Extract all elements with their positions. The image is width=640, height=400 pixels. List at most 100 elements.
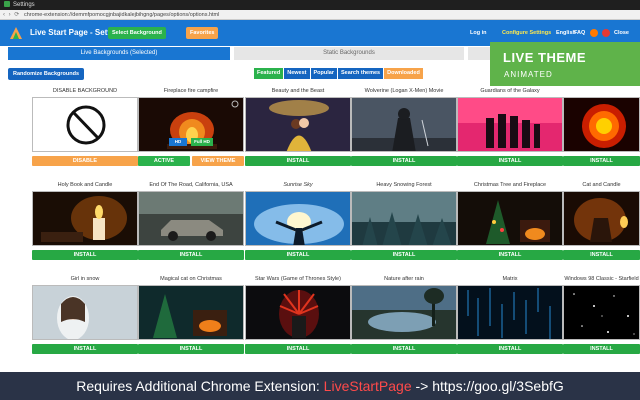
- theme-card-matrix: Matrix INSTALL: [457, 274, 563, 354]
- card-title: Fireplace fire campfire: [163, 88, 219, 94]
- card-title: Wolverine (Logan X-Men) Movie: [364, 88, 444, 94]
- filter-search-themes[interactable]: Search themes: [337, 68, 384, 79]
- card-thumbnail[interactable]: [138, 191, 244, 246]
- card-thumbnail[interactable]: [32, 97, 138, 152]
- app-logo-icon: [10, 27, 22, 39]
- browser-nav-icons[interactable]: ‹ › ⟳: [3, 10, 20, 20]
- theme-card-wolverine: Wolverine (Logan X-Men) Movie INSTALL: [351, 86, 457, 166]
- install-button[interactable]: INSTALL: [138, 250, 244, 260]
- matrix-image: [458, 286, 562, 339]
- install-button[interactable]: INSTALL: [457, 156, 563, 166]
- filter-popular[interactable]: Popular: [310, 68, 337, 79]
- install-button[interactable]: INSTALL: [457, 250, 563, 260]
- address-url[interactable]: chrome-extension://demmfpomocgjnbajidkal…: [24, 12, 219, 18]
- disable-button[interactable]: DISABLE: [32, 156, 138, 166]
- card-title: Sunrise Sky: [283, 182, 313, 188]
- card-thumbnail[interactable]: HD Full HD: [138, 97, 244, 152]
- starfield-image: [564, 286, 639, 339]
- theme-card-car: End Of The Road, California, USA INSTALL: [138, 180, 244, 260]
- card-title: Beauty and the Beast: [271, 88, 325, 94]
- install-button[interactable]: INSTALL: [563, 156, 640, 166]
- hd-button[interactable]: HD: [169, 138, 187, 146]
- firefox-icon[interactable]: [590, 29, 598, 37]
- ribbon-title: LIVE THEME: [503, 50, 587, 65]
- card-thumbnail[interactable]: [563, 191, 640, 246]
- randomize-backgrounds-button[interactable]: Randomize Backgrounds: [8, 68, 85, 80]
- card-thumbnail[interactable]: [245, 285, 351, 340]
- install-button[interactable]: INSTALL: [351, 156, 457, 166]
- theme-card-girl-snow: Girl in snow INSTALL: [32, 274, 138, 354]
- install-button[interactable]: INSTALL: [457, 344, 563, 354]
- wolverine-image: [352, 98, 456, 151]
- tab-live-backgrounds[interactable]: Live Backgrounds (Selected): [8, 47, 230, 60]
- install-button[interactable]: INSTALL: [245, 250, 351, 260]
- card-thumbnail[interactable]: [245, 191, 351, 246]
- login-link[interactable]: Log in: [470, 20, 487, 46]
- beauty-beast-image: [246, 98, 350, 151]
- card-thumbnail[interactable]: [563, 285, 640, 340]
- select-background-button[interactable]: Select Background: [108, 27, 166, 39]
- address-bar[interactable]: ‹ › ⟳ chrome-extension://demmfpomocgjnba…: [0, 10, 640, 20]
- favorites-button[interactable]: Favorites: [186, 27, 219, 39]
- card-thumbnail[interactable]: [457, 285, 563, 340]
- filter-newest[interactable]: Newest: [284, 68, 310, 79]
- card-thumbnail[interactable]: [457, 97, 563, 152]
- card-title: Girl in snow: [70, 276, 100, 282]
- theme-card-beauty-beast: Beauty and the Beast INSTALL: [245, 86, 351, 166]
- filter-bar: Featured Newest Popular Search themes Do…: [254, 68, 424, 79]
- card-title: End Of The Road, California, USA: [149, 182, 233, 188]
- filter-featured[interactable]: Featured: [254, 68, 284, 79]
- card-thumbnail[interactable]: [457, 191, 563, 246]
- install-button[interactable]: INSTALL: [32, 344, 138, 354]
- theme-card-candle: Holy Book and Candle INSTALL: [32, 180, 138, 260]
- ribbon-subtitle: ANIMATED: [504, 70, 553, 79]
- card-title: Holy Book and Candle: [57, 182, 113, 188]
- theme-card-throne: Star Wars (Game of Thrones Style) INSTAL…: [245, 274, 351, 354]
- disable-circle-icon: [66, 105, 106, 145]
- card-thumbnail[interactable]: [245, 97, 351, 152]
- install-button[interactable]: INSTALL: [563, 250, 640, 260]
- footer-suffix: -> https://goo.gl/3SebfG: [411, 378, 564, 394]
- install-button[interactable]: INSTALL: [351, 344, 457, 354]
- card-thumbnail[interactable]: [32, 285, 138, 340]
- filter-downloaded[interactable]: Downloaded: [384, 68, 423, 79]
- live-theme-ribbon: LIVE THEME ANIMATED: [490, 42, 640, 86]
- window-titlebar: Settings: [0, 0, 640, 10]
- card-title: [563, 86, 640, 96]
- card-thumbnail[interactable]: [32, 191, 138, 246]
- card-title: DISABLE BACKGROUND: [52, 88, 118, 94]
- footer-prefix: Requires Additional Chrome Extension:: [76, 378, 324, 394]
- tab-extra[interactable]: [468, 47, 492, 60]
- girl-snow-image: [33, 286, 137, 339]
- card-thumbnail[interactable]: [563, 97, 640, 152]
- install-button[interactable]: INSTALL: [351, 250, 457, 260]
- sunrise-image: [246, 192, 350, 245]
- sun-image: [564, 98, 639, 151]
- theme-card-snow-forest: Heavy Snowing Forest INSTALL: [351, 180, 457, 260]
- card-thumbnail[interactable]: [351, 97, 457, 152]
- tab-static-backgrounds[interactable]: Static Backgrounds: [234, 47, 464, 60]
- card-title: Christmas Tree and Fireplace: [473, 182, 547, 188]
- theme-card-starfield: Windows 98 Classic - Starfield INSTALL: [563, 274, 640, 354]
- theme-card-nature-rain: Nature after rain INSTALL: [351, 274, 457, 354]
- guardians-image: [458, 98, 562, 151]
- car-image: [139, 192, 243, 245]
- card-thumbnail[interactable]: [351, 191, 457, 246]
- install-button[interactable]: INSTALL: [245, 344, 351, 354]
- install-button[interactable]: INSTALL: [138, 344, 244, 354]
- tab-favicon-icon: [4, 1, 10, 8]
- opera-icon[interactable]: [602, 29, 610, 37]
- settings-page: Settings ‹ › ⟳ chrome-extension://demmfp…: [0, 0, 640, 400]
- card-thumbnail[interactable]: [138, 285, 244, 340]
- throne-image: [246, 286, 350, 339]
- card-title: Cat and Candle: [582, 182, 621, 188]
- card-thumbnail[interactable]: [351, 285, 457, 340]
- card-title: Windows 98 Classic - Starfield: [564, 276, 639, 282]
- view-theme-button[interactable]: VIEW THEME: [192, 156, 244, 166]
- active-button[interactable]: ACTIVE: [138, 156, 190, 166]
- fullhd-button[interactable]: Full HD: [191, 138, 213, 146]
- install-button[interactable]: INSTALL: [563, 344, 640, 354]
- install-button[interactable]: INSTALL: [245, 156, 351, 166]
- theme-card-sunrise: Sunrise Sky INSTALL: [245, 180, 351, 260]
- install-button[interactable]: INSTALL: [32, 250, 138, 260]
